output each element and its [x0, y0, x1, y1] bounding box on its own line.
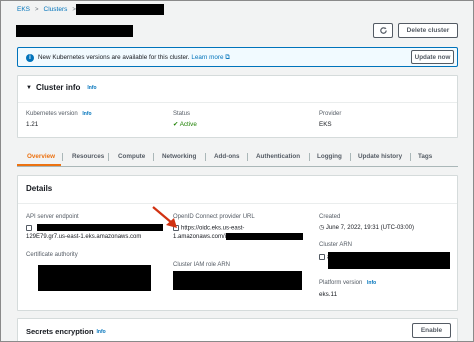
redacted-breadcrumb-cluster [76, 4, 164, 15]
external-link-icon: ⧉ [225, 54, 230, 61]
tab-separator [153, 153, 154, 161]
status-label: Status [173, 111, 191, 117]
copy-icon[interactable] [26, 225, 32, 232]
tab-separator [108, 153, 109, 161]
tab-overview[interactable]: Overview [27, 153, 55, 160]
platform-version-label: Platform version [319, 280, 363, 286]
secrets-encryption-panel: Secrets encryption Info Enable [17, 318, 458, 342]
platform-version-value: eks.11 [319, 291, 338, 298]
kubernetes-version-label: Kubernetes version [26, 111, 78, 117]
tab-separator [205, 153, 206, 161]
tab-logging[interactable]: Logging [317, 153, 342, 160]
cluster-arn-label: Cluster ARN [319, 242, 353, 248]
platform-version-info-link[interactable]: Info [367, 280, 376, 286]
status-value: Active [179, 121, 197, 128]
cluster-info-info-link[interactable]: Info [87, 85, 96, 91]
api-endpoint-label: API server endpoint [26, 214, 79, 220]
active-tab-indicator [17, 164, 61, 166]
update-now-button[interactable]: Update now [411, 50, 454, 64]
chevron-right-icon: > [35, 6, 39, 13]
oidc-url-value-line2: 1.amazonaws.com/id/ [173, 234, 232, 240]
kubernetes-version-info-link[interactable]: Info [82, 111, 91, 117]
tab-separator [62, 153, 63, 161]
iam-role-arn-label: Cluster IAM role ARN [173, 262, 231, 268]
info-circle-icon: i [26, 54, 34, 62]
cluster-tabs: Overview Resources Compute Networking Ad… [17, 149, 458, 167]
provider-value: EKS [319, 121, 332, 128]
divider [18, 203, 457, 204]
redacted-oidc-id [226, 233, 303, 240]
tab-separator [247, 153, 248, 161]
annotation-arrow [152, 206, 177, 228]
tab-separator [309, 153, 310, 161]
tab-separator [350, 153, 351, 161]
tab-add-ons[interactable]: Add-ons [214, 153, 240, 160]
details-panel: Details API server endpoint 129E79.gr7.u… [17, 175, 458, 311]
certificate-authority-label: Certificate authority [26, 252, 78, 258]
details-title: Details [26, 184, 53, 193]
redacted-cluster-arn [328, 252, 450, 269]
refresh-button[interactable] [373, 23, 393, 38]
delete-cluster-button[interactable]: Delete cluster [398, 23, 458, 38]
breadcrumb: EKS > Clusters > [17, 5, 76, 14]
redacted-page-title [16, 25, 133, 37]
redacted-iam-role-arn [173, 271, 302, 290]
cluster-info-title: Cluster info [35, 83, 81, 92]
refresh-icon [379, 27, 387, 34]
tab-networking[interactable]: Networking [162, 153, 196, 160]
oidc-url-label: OpenID Connect provider URL [173, 214, 255, 220]
cluster-info-panel: ▼ Cluster info Info Kubernetes version I… [17, 75, 458, 138]
oidc-url-value: https://oidc.eks.us-east- [181, 225, 245, 232]
redacted-api-endpoint [37, 224, 163, 231]
learn-more-link[interactable]: Learn more [191, 54, 223, 61]
divider [18, 102, 457, 103]
banner-message: New Kubernetes versions are available fo… [38, 54, 190, 61]
tab-resources[interactable]: Resources [72, 153, 104, 160]
tab-separator [410, 153, 411, 161]
check-circle-icon: ✔ [173, 121, 179, 128]
breadcrumb-clusters[interactable]: Clusters [44, 6, 68, 13]
api-endpoint-value: 129E79.gr7.us-east-1.eks.amazonaws.com [26, 234, 142, 240]
update-available-banner: i New Kubernetes versions are available … [17, 47, 458, 67]
tab-authentication[interactable]: Authentication [256, 153, 300, 160]
redacted-certificate [38, 265, 151, 291]
secrets-encryption-title: Secrets encryption [26, 327, 94, 336]
breadcrumb-eks[interactable]: EKS [17, 6, 30, 13]
enable-button[interactable]: Enable [412, 323, 451, 338]
tab-compute[interactable]: Compute [118, 153, 145, 160]
caret-down-icon[interactable]: ▼ [26, 85, 32, 91]
copy-icon[interactable] [319, 254, 325, 260]
clock-icon: ◷ [319, 225, 325, 231]
tab-tags[interactable]: Tags [418, 153, 432, 160]
created-value: June 7, 2022, 19:31 (UTC-03:00) [325, 225, 414, 231]
provider-label: Provider [319, 111, 342, 117]
created-label: Created [319, 214, 341, 220]
kubernetes-version-value: 1.21 [26, 121, 39, 128]
secrets-encryption-info-link[interactable]: Info [97, 329, 106, 335]
tab-update-history[interactable]: Update history [358, 153, 402, 160]
